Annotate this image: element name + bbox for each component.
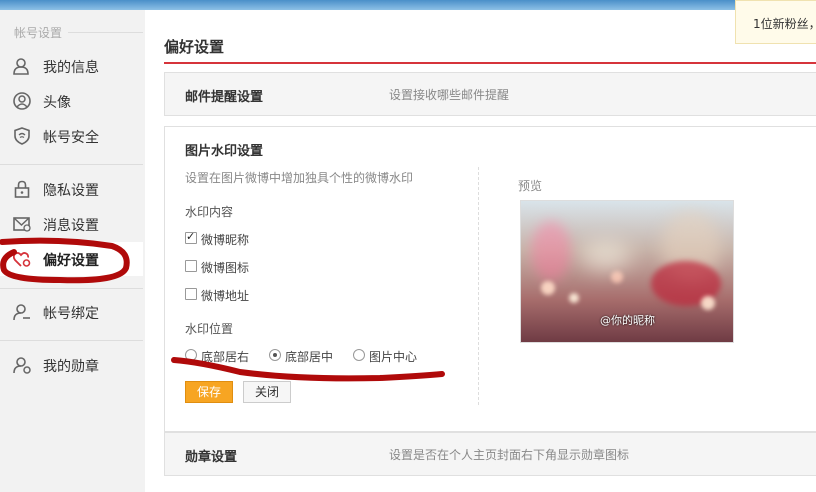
nickname-checkbox[interactable] — [185, 230, 197, 244]
radio-bottom-right-label: 底部居右 — [201, 350, 250, 364]
sidebar-item-label: 我的勋章 — [43, 359, 99, 375]
new-follower-notice[interactable]: 1位新粉丝， — [735, 0, 816, 44]
main-panel: 偏好设置 邮件提醒设置 设置接收哪些邮件提醒 图片水印设置 设置在图片微博中增加… — [145, 10, 816, 492]
sidebar-divider — [0, 340, 143, 341]
medal-settings-desc: 设置是否在个人主页封面右下角显示勋章图标 — [389, 448, 630, 462]
title-underline — [164, 62, 816, 64]
weibo-icon-label: 微博图标 — [201, 261, 250, 275]
medal-settings-title: 勋章设置 — [185, 450, 238, 465]
sidebar-item-label: 我的信息 — [43, 60, 99, 76]
weibo-address-checkbox[interactable] — [185, 288, 197, 300]
sidebar-section-divider — [68, 32, 143, 33]
mail-settings-desc: 设置接收哪些邮件提醒 — [389, 88, 510, 102]
watermark-content-label: 水印内容 — [185, 205, 234, 219]
sidebar-item-label: 帐号安全 — [43, 130, 99, 146]
sidebar-item-account-security[interactable]: 帐号安全 — [0, 119, 143, 153]
sidebar-item-label: 隐私设置 — [43, 183, 99, 199]
sidebar-item-privacy[interactable]: 隐私设置 — [0, 172, 143, 206]
sidebar-item-label: 头像 — [43, 95, 71, 111]
radio-bottom-center[interactable] — [269, 349, 281, 361]
watermark-desc: 设置在图片微博中增加独具个性的微博水印 — [185, 171, 414, 185]
sidebar-item-account-binding[interactable]: 帐号绑定 — [0, 295, 143, 329]
close-button[interactable]: 关闭 — [243, 381, 291, 403]
radio-bottom-center-label: 底部居中 — [285, 350, 334, 364]
save-button[interactable]: 保存 — [185, 381, 233, 403]
medal-icon — [13, 357, 31, 374]
weibo-icon-checkbox[interactable] — [185, 260, 197, 272]
sidebar-divider — [0, 288, 143, 289]
mail-settings-row[interactable]: 邮件提醒设置 设置接收哪些邮件提醒 — [164, 72, 816, 116]
panel-divider — [478, 167, 479, 405]
heart-gear-icon — [13, 252, 31, 267]
sidebar-item-message[interactable]: 消息设置 — [0, 207, 143, 241]
radio-image-center-label: 图片中心 — [369, 350, 418, 364]
sidebar-item-avatar[interactable]: 头像 — [0, 84, 143, 118]
radio-bottom-right[interactable] — [185, 349, 197, 361]
preview-watermark-text: @你的昵称 — [600, 314, 655, 327]
weibo-address-label: 微博地址 — [201, 289, 250, 303]
top-bar — [0, 0, 816, 10]
mail-settings-title: 邮件提醒设置 — [185, 90, 264, 105]
sidebar-section-title: 帐号设置 — [14, 26, 63, 40]
sidebar-item-medals[interactable]: 我的勋章 — [0, 348, 143, 382]
sidebar-item-label: 消息设置 — [43, 218, 99, 234]
sidebar-item-preferences[interactable]: 偏好设置 — [0, 242, 143, 276]
sidebar-item-my-info[interactable]: 我的信息 — [0, 49, 143, 83]
watermark-position-label: 水印位置 — [185, 322, 234, 336]
watermark-settings-panel: 图片水印设置 设置在图片微博中增加独具个性的微博水印 水印内容 微博昵称 微博图… — [164, 126, 816, 432]
watermark-title: 图片水印设置 — [185, 144, 264, 159]
user-icon — [13, 58, 29, 75]
medal-settings-row[interactable]: 勋章设置 设置是否在个人主页封面右下角显示勋章图标 — [164, 432, 816, 476]
user-bind-icon — [13, 304, 30, 321]
notice-text: 1位新粉丝， — [753, 17, 816, 31]
preview-image: @你的昵称 — [520, 200, 734, 343]
sidebar: 帐号设置 我的信息 头像 帐号安全 隐私设置 消息设置 偏好设置 帐号绑定 我的… — [0, 10, 143, 492]
sidebar-item-label: 偏好设置 — [43, 253, 99, 269]
lock-icon — [14, 180, 30, 198]
shield-icon — [14, 127, 30, 145]
position-radio-group: 底部居右 底部居中 图片中心 — [185, 348, 445, 364]
message-icon — [13, 217, 31, 232]
page-title: 偏好设置 — [164, 38, 225, 56]
avatar-icon — [13, 92, 31, 110]
sidebar-divider — [0, 164, 143, 165]
preview-label: 预览 — [518, 179, 543, 193]
sidebar-item-label: 帐号绑定 — [43, 306, 99, 322]
radio-image-center[interactable] — [353, 349, 365, 361]
nickname-label: 微博昵称 — [201, 233, 250, 247]
